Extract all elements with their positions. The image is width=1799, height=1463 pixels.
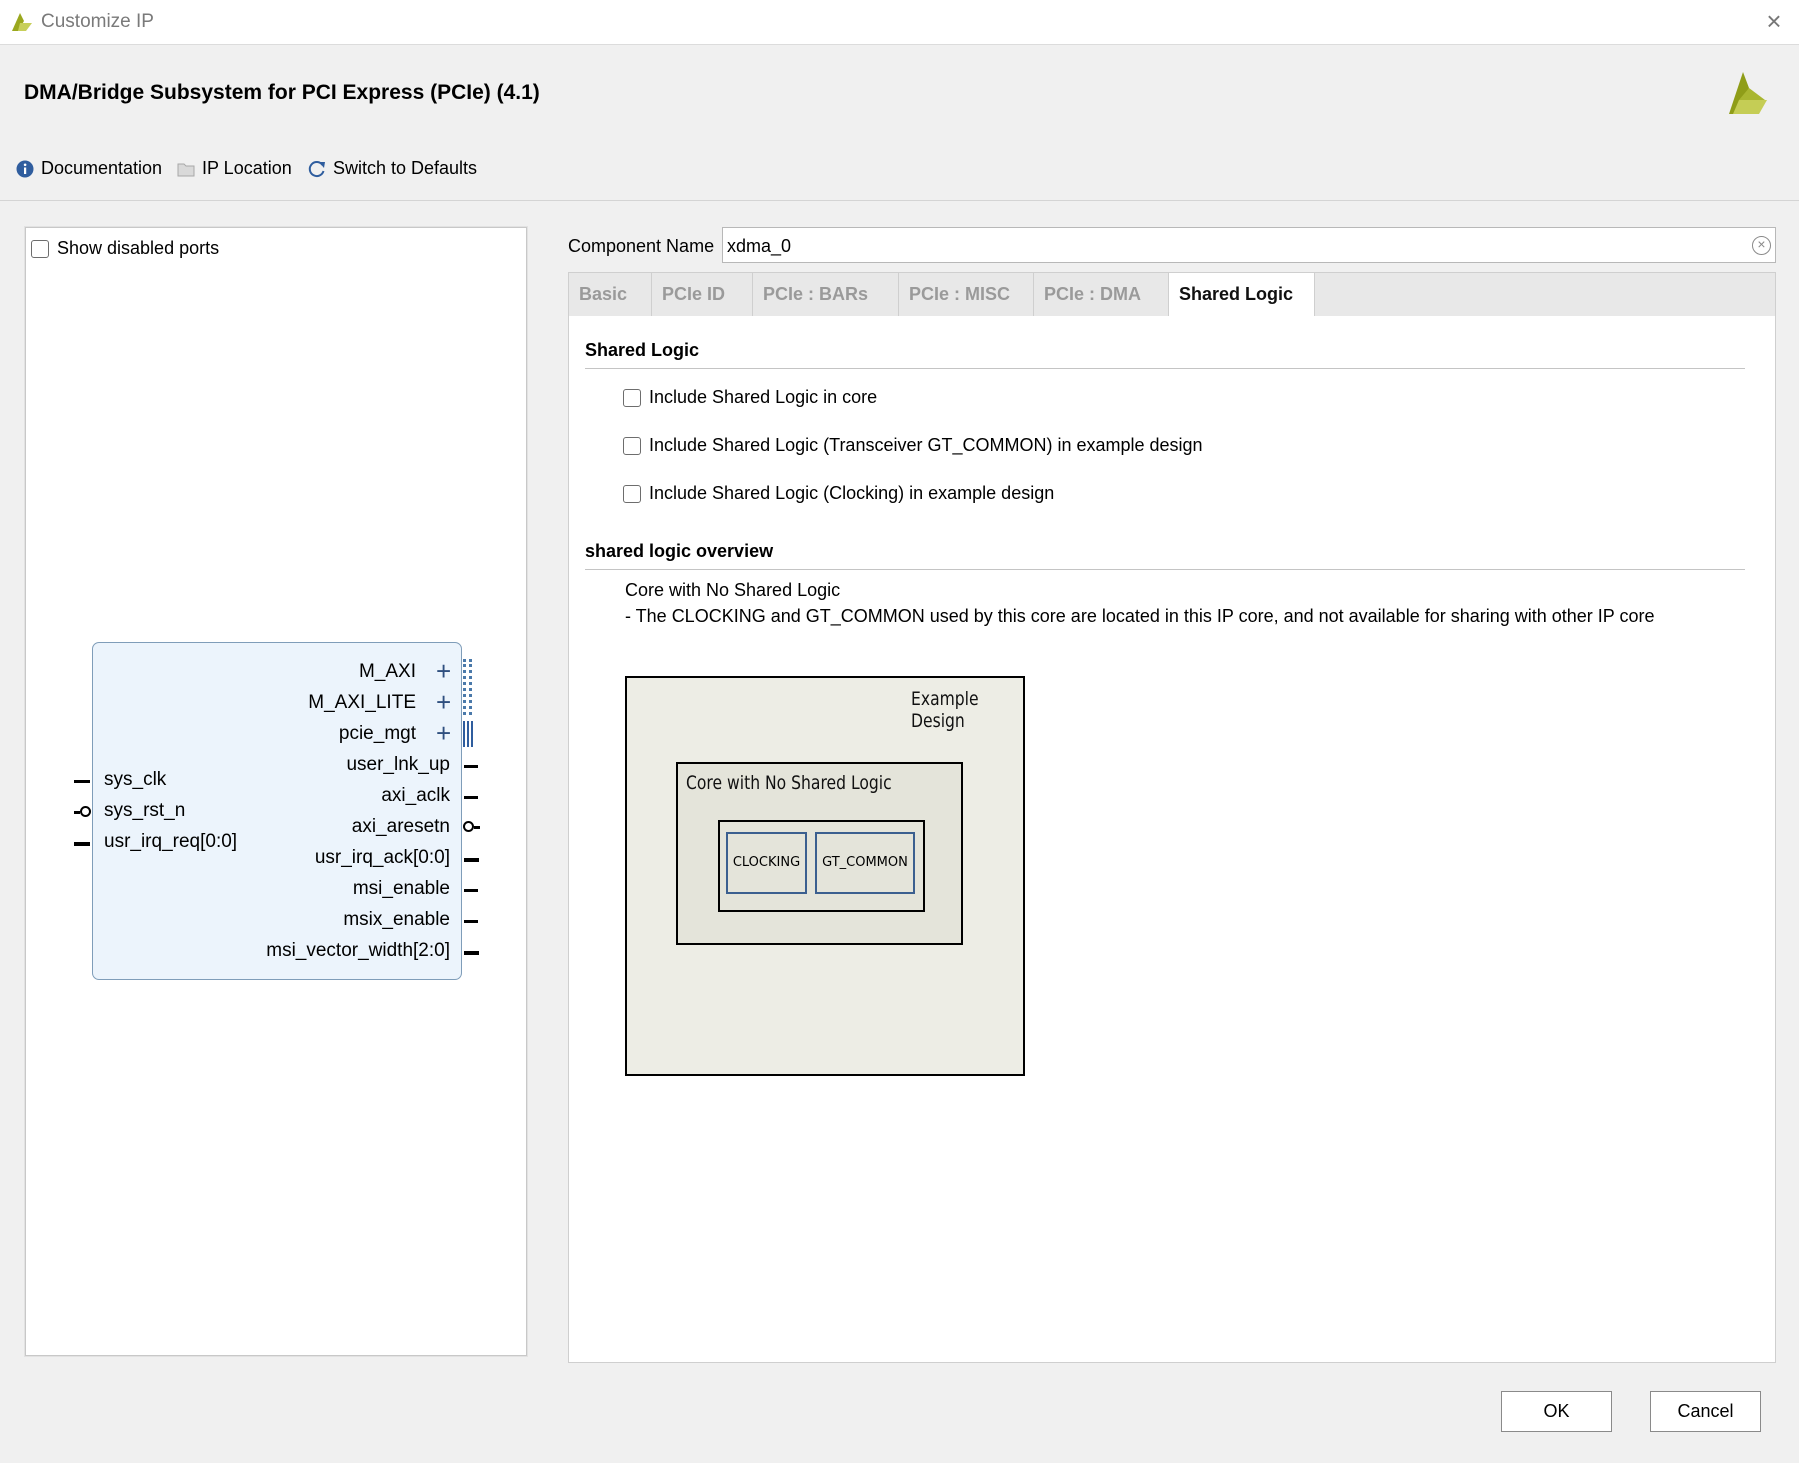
port-user-lnk-up: user_lnk_up [346,754,450,775]
shared-logic-diagram: Example Design Core with No Shared Logic… [625,676,1025,1076]
core-inner-box: CLOCKING GT_COMMON [718,820,925,912]
dialog-header: DMA/Bridge Subsystem for PCI Express (PC… [0,45,1799,201]
clear-icon[interactable]: × [1752,236,1771,255]
pin-axi-aresetn-bubble [463,821,474,832]
tab-strip: Basic PCIe ID PCIe : BARs PCIe : MISC PC… [568,272,1776,318]
window-titlebar: Customize IP × [0,0,1799,45]
include-shared-logic-clocking-option[interactable]: Include Shared Logic (Clocking) in examp… [623,483,1054,504]
port-usr-irq-ack: usr_irq_ack[0:0] [314,847,450,868]
port-msi-enable: msi_enable [352,878,450,899]
folder-icon [177,163,195,176]
overview-heading: Core with No Shared Logic [625,580,841,600]
refresh-icon [308,160,325,177]
pin-msi-enable [464,889,478,892]
switch-to-defaults-button[interactable]: Switch to Defaults [308,158,477,179]
pin-axi-aclk [464,796,478,799]
port-pcie-mgt: pcie_mgt [338,723,416,744]
include-shared-logic-clocking-checkbox[interactable] [623,484,641,503]
tab-pcie-misc[interactable]: PCIe : MISC [898,273,1033,317]
ip-symbol-block[interactable]: M_AXI M_AXI_LITE pcie_mgt + + + user_lnk… [74,642,480,980]
pin-msix-enable [464,920,478,923]
core-box-label: Core with No Shared Logic [686,772,892,794]
port-sys-rst-n: sys_rst_n [104,800,186,821]
vivado-logo-icon [12,13,32,31]
section-divider [585,368,1745,369]
xilinx-logo-icon [1729,72,1767,114]
gt-common-block: GT_COMMON [815,832,915,894]
pin-user-lnk-up [464,765,478,768]
show-disabled-ports-label: Show disabled ports [57,238,220,258]
port-msi-vector-width: msi_vector_width[2:0] [266,940,450,961]
ip-symbol-panel: Show disabled ports M_AXI M_AXI_LITE pci… [24,226,528,1357]
port-m-axi-lite: M_AXI_LITE [308,692,416,713]
window-title: Customize IP [41,11,154,32]
show-disabled-ports-option[interactable]: Show disabled ports [31,238,219,259]
section-divider [585,569,1745,570]
pin-sys-rst-n-bubble [80,806,91,817]
core-box: Core with No Shared Logic CLOCKING GT_CO… [676,762,963,945]
clocking-block: CLOCKING [726,832,807,894]
include-shared-logic-gt-common-label: Include Shared Logic (Transceiver GT_COM… [649,435,1203,455]
expand-pcie-mgt-icon[interactable]: + [436,718,451,749]
port-axi-aclk: axi_aclk [381,785,450,806]
overview-description: - The CLOCKING and GT_COMMON used by thi… [625,606,1655,626]
port-m-axi: M_AXI [358,661,416,682]
overview-section-title: shared logic overview [585,541,774,561]
info-icon [16,160,34,177]
pin-msi-vector-width [464,951,479,955]
include-shared-logic-clocking-label: Include Shared Logic (Clocking) in examp… [649,483,1055,503]
expand-m-axi-icon[interactable]: + [436,656,451,687]
tab-basic[interactable]: Basic [569,273,651,317]
ip-location-label: IP Location [202,158,292,178]
cancel-button[interactable]: Cancel [1650,1391,1761,1432]
pcie-mgt-bus-connector [463,721,475,747]
port-msix-enable: msix_enable [343,909,450,930]
tab-pcie-id[interactable]: PCIe ID [651,273,752,317]
include-shared-logic-gt-common-option[interactable]: Include Shared Logic (Transceiver GT_COM… [623,435,1203,456]
switch-to-defaults-label: Switch to Defaults [333,158,478,178]
include-shared-logic-gt-common-checkbox[interactable] [623,436,641,455]
expand-m-axi-lite-icon[interactable]: + [436,687,451,718]
port-sys-clk: sys_clk [104,769,167,790]
component-name-input[interactable]: xdma_0 × [722,227,1776,263]
component-name-label: Component Name [568,236,715,256]
include-shared-logic-core-label: Include Shared Logic in core [649,387,878,407]
port-axi-aresetn: axi_aresetn [351,816,450,837]
shared-logic-page: Shared Logic Include Shared Logic in cor… [568,316,1776,1363]
axi-bus-connector [463,659,472,715]
ok-button[interactable]: OK [1501,1391,1612,1432]
tab-pcie-dma[interactable]: PCIe : DMA [1033,273,1168,317]
pin-usr-irq-req [74,842,90,846]
tab-shared-logic[interactable]: Shared Logic [1168,273,1315,318]
documentation-button[interactable]: Documentation [16,158,162,179]
pin-usr-irq-ack [464,858,479,862]
pin-sys-clk [74,780,90,783]
pin-axi-aresetn [474,826,480,829]
dialog-body: Show disabled ports M_AXI M_AXI_LITE pci… [0,201,1799,1463]
documentation-label: Documentation [41,158,163,178]
tab-pcie-bars[interactable]: PCIe : BARs [752,273,898,317]
show-disabled-ports-checkbox[interactable] [31,239,49,258]
include-shared-logic-core-option[interactable]: Include Shared Logic in core [623,387,877,408]
ip-location-button[interactable]: IP Location [177,158,292,179]
component-name-value: xdma_0 [727,236,792,256]
ip-title: DMA/Bridge Subsystem for PCI Express (PC… [24,81,540,104]
configuration-panel: Component Name xdma_0 × Basic PCIe ID PC… [568,227,1776,1363]
close-icon[interactable]: × [1762,8,1786,34]
example-design-label: Example Design [911,688,979,732]
port-usr-irq-req: usr_irq_req[0:0] [104,831,238,852]
include-shared-logic-core-checkbox[interactable] [623,388,641,407]
shared-logic-section-title: Shared Logic [585,340,700,360]
